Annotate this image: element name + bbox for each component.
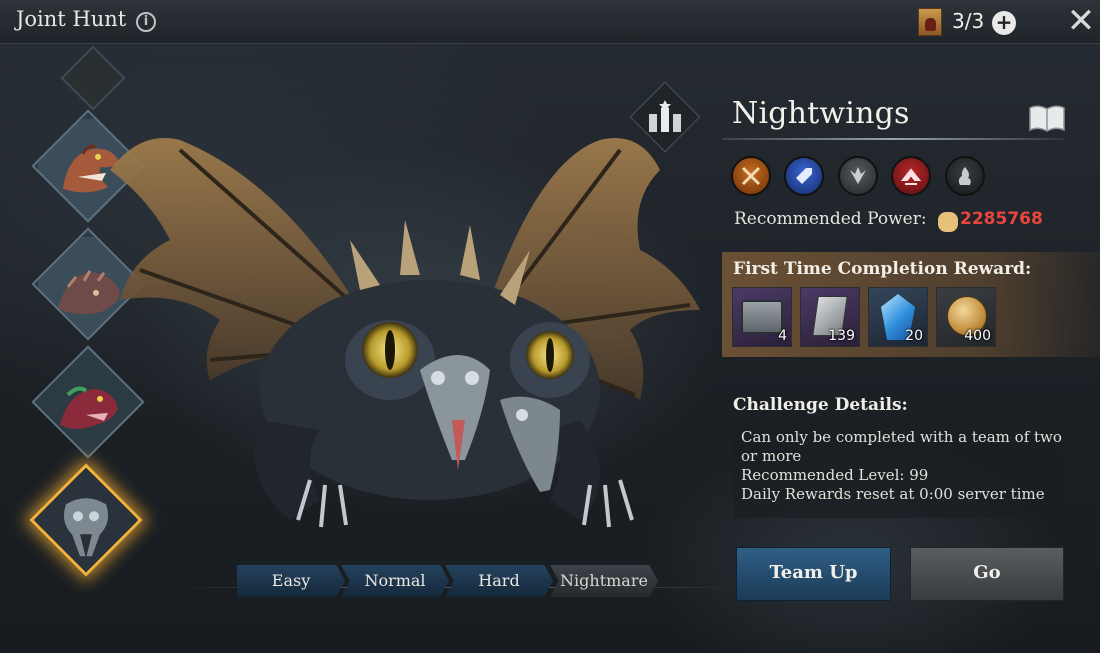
team-up-button[interactable]: Team Up	[736, 547, 891, 601]
reward-item-tome[interactable]: 139	[800, 287, 860, 347]
challenge-line: Recommended Level: 99	[741, 466, 929, 484]
top-bar: Joint Hunt i 3/3 + ✕	[0, 0, 1100, 44]
reward-item-coin[interactable]: 400	[936, 287, 996, 347]
tab-normal[interactable]: Normal	[341, 565, 449, 597]
boss-name: Nightwings	[732, 96, 910, 131]
dark-flame-icon[interactable]	[945, 156, 985, 196]
grey-wings-icon[interactable]	[838, 156, 878, 196]
reward-item-crystal[interactable]: 20	[868, 287, 928, 347]
challenge-line: Can only be completed with a team of two	[741, 428, 1062, 446]
tab-hard[interactable]: Hard	[445, 565, 553, 597]
chest-icon	[741, 300, 783, 334]
orange-crossed-swords-icon[interactable]	[731, 156, 771, 196]
tab-easy[interactable]: Easy	[237, 565, 345, 597]
tab-nightmare[interactable]: Nightmare	[550, 565, 658, 597]
reward-count: 20	[905, 328, 923, 344]
plus-icon[interactable]: +	[992, 11, 1016, 35]
reward-item-chest[interactable]: 4	[732, 287, 792, 347]
challenge-title: Challenge Details:	[733, 395, 908, 415]
leaderboard-icon[interactable]	[645, 100, 685, 134]
reward-count: 4	[778, 328, 787, 344]
book-icon[interactable]	[1028, 104, 1066, 134]
recommended-power-label: Recommended Power:	[734, 209, 927, 229]
fist-icon	[938, 212, 958, 232]
nightwings-boss-illustration	[110, 138, 700, 528]
info-icon[interactable]: i	[136, 12, 156, 32]
recommended-power-value: 2285768	[960, 209, 1043, 229]
blue-shield-icon[interactable]	[784, 156, 824, 196]
wanted-poster-icon	[918, 8, 942, 36]
reward-count: 400	[964, 328, 991, 344]
go-button[interactable]: Go	[910, 547, 1064, 601]
red-strength-icon[interactable]	[891, 156, 931, 196]
reward-title: First Time Completion Reward:	[733, 259, 1032, 279]
reward-count: 139	[828, 328, 855, 344]
challenge-line: or more	[741, 447, 802, 465]
challenge-line: Daily Rewards reset at 0:00 server time	[741, 485, 1045, 503]
page-title: Joint Hunt	[16, 7, 127, 31]
keys-counter: 3/3	[952, 9, 985, 33]
boss-name-underline	[722, 138, 1064, 140]
close-icon[interactable]: ✕	[1064, 4, 1098, 38]
